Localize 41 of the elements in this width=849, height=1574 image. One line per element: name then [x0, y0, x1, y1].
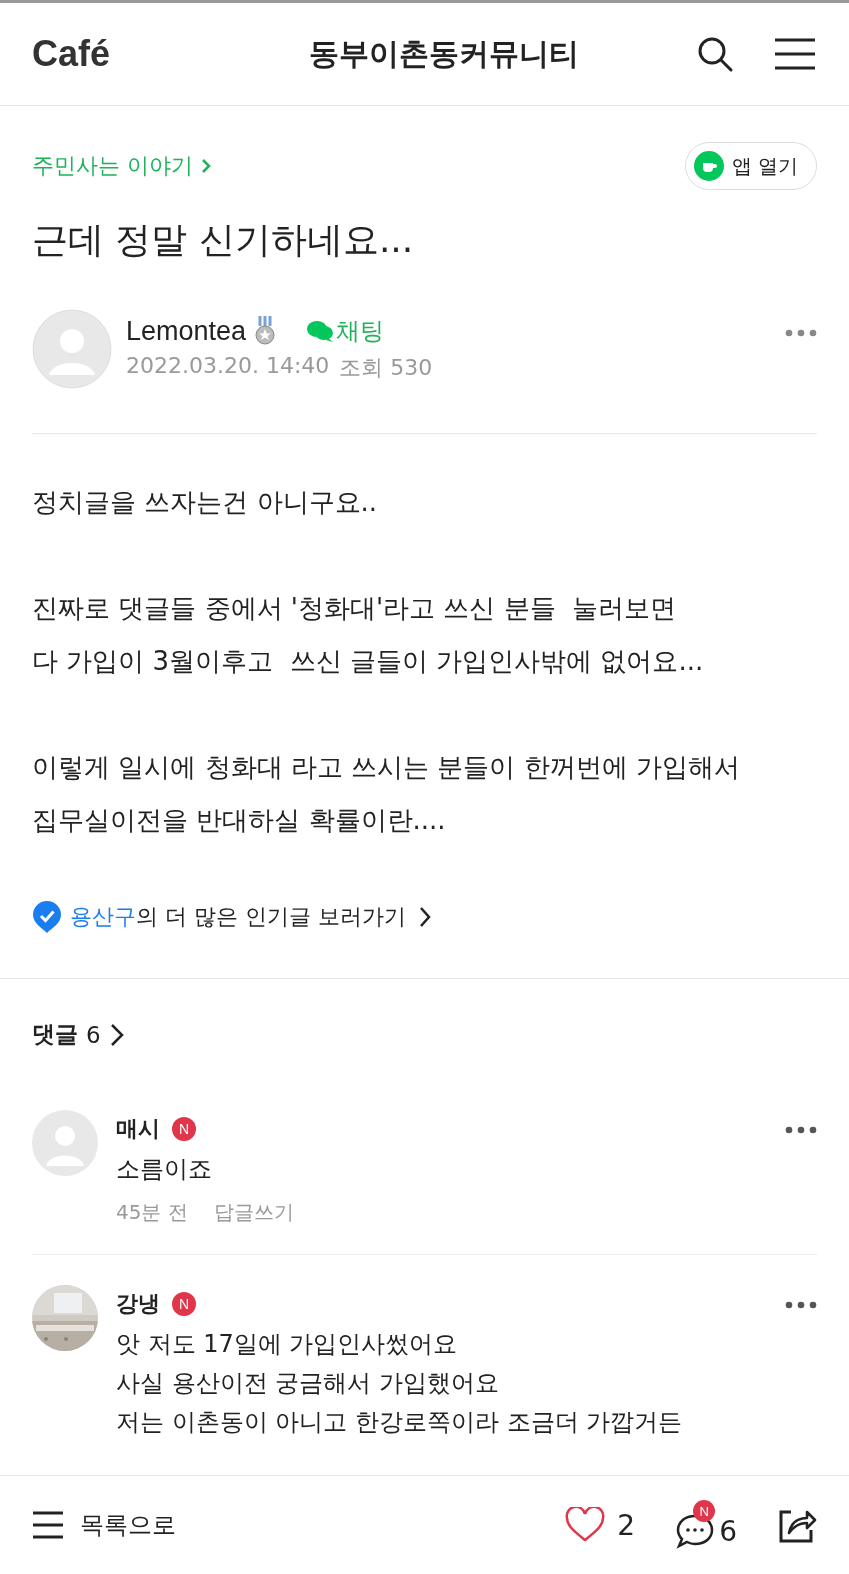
commenter-name[interactable]: 매시: [116, 1114, 160, 1144]
chevron-right-icon[interactable]: [418, 906, 432, 928]
verified-pin-icon: [32, 900, 62, 934]
new-badge: N: [172, 1117, 196, 1141]
cafe-title: 동부이촌동커뮤니티: [307, 34, 580, 73]
comment-text: 앗 저도 17일에 가입인사썼어요: [116, 1329, 459, 1360]
avatar-icon: [32, 309, 112, 389]
comment-text: 소름이죠: [116, 1154, 213, 1185]
popular-posts-link[interactable]: 의 더 많은 인기글 보러가기: [136, 902, 406, 932]
menu-icon: [32, 1511, 64, 1539]
post-text: 진짜로 댓글들 중에서 '청화대'라고 쓰신 분들 눌러보면: [32, 592, 678, 625]
author-name[interactable]: Lemontea: [126, 315, 247, 347]
commenter-name[interactable]: 강냉: [116, 1289, 160, 1319]
view-count: 조회 530: [339, 354, 433, 382]
comment-text: 사실 용산이전 궁금해서 가입했어요: [116, 1368, 500, 1399]
chat-bubbles-icon: [306, 319, 335, 343]
medal-icon: [254, 316, 277, 346]
new-badge: N: [172, 1292, 196, 1316]
post-text: 이렇게 일시에 청화대 라고 쓰시는 분들이 한꺼번에 가입해서 집무실이전을 반대하실 확률이란....: [32, 751, 741, 837]
menu-icon[interactable]: [773, 37, 817, 71]
post-title: 근데 정말 신기하네요...: [32, 218, 415, 262]
coffee-cup-icon: [693, 151, 724, 181]
comment-text: 저는 이촌동이 아니고 한강로쪽이라 조금더 가깝거든: [116, 1407, 684, 1438]
chevron-right-icon[interactable]: [108, 1022, 125, 1047]
list-button[interactable]: 목록으로: [32, 1509, 176, 1541]
post-text: 정치글을 쓰자는건 아니구요..: [32, 486, 379, 519]
more-icon[interactable]: [785, 1126, 817, 1134]
post-text: 다 가입이 3월이후고 쓰신 글들이 가입인사밖에 없어요...: [32, 645, 705, 678]
post-date: 2022.03.20. 14:40: [126, 353, 330, 380]
comment-button[interactable]: 6 N: [675, 1500, 737, 1550]
comment-time: 45분 전: [116, 1199, 188, 1226]
more-icon[interactable]: [785, 329, 817, 337]
open-app-button[interactable]: 앱 열기: [684, 142, 817, 190]
comments-heading[interactable]: 댓글: [32, 1019, 78, 1050]
new-badge: N: [693, 1500, 716, 1522]
region-link[interactable]: 용산구: [70, 902, 136, 932]
like-button[interactable]: 2: [565, 1507, 636, 1543]
cafe-logo[interactable]: Café: [32, 33, 232, 75]
comment-count: 6: [86, 1021, 101, 1048]
more-icon[interactable]: [785, 1301, 817, 1309]
heart-icon: [565, 1507, 606, 1543]
